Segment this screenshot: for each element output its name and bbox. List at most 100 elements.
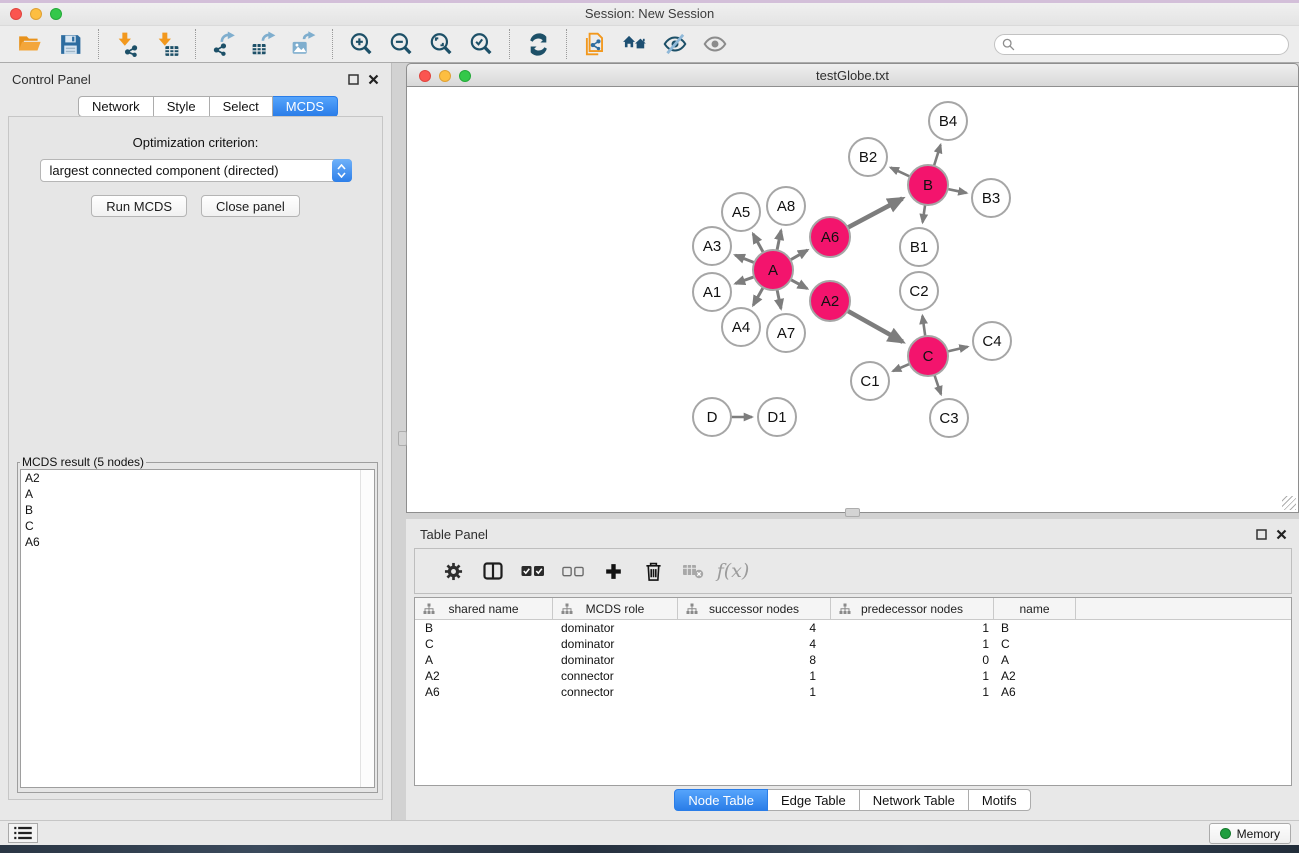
graph-node-C3[interactable]: C3 xyxy=(930,399,968,437)
function-builder-button[interactable]: f(x) xyxy=(713,553,753,589)
table-cell[interactable]: C xyxy=(415,636,553,652)
splitter-handle-horizontal[interactable] xyxy=(845,508,860,517)
criterion-dropdown[interactable]: largest connected component (directed) xyxy=(40,159,352,182)
column-header-shared-name[interactable]: shared name xyxy=(415,598,553,619)
splitter-handle-vertical[interactable] xyxy=(398,431,407,446)
close-window-button[interactable] xyxy=(10,8,22,20)
mcds-result-list[interactable]: A2ABCA6 xyxy=(20,469,375,788)
table-cell[interactable]: 1 xyxy=(831,620,994,636)
graph-node-C2[interactable]: C2 xyxy=(900,272,938,310)
table-cell[interactable]: A xyxy=(994,652,1076,668)
graph-node-A8[interactable]: A8 xyxy=(767,187,805,225)
table-cell[interactable]: 1 xyxy=(831,636,994,652)
graph-node-A5[interactable]: A5 xyxy=(722,193,760,231)
column-header-successor-nodes[interactable]: successor nodes xyxy=(678,598,831,619)
table-cell[interactable]: dominator xyxy=(553,620,678,636)
export-table-button[interactable] xyxy=(244,28,284,60)
table-cell[interactable]: B xyxy=(415,620,553,636)
graph-node-A[interactable]: A xyxy=(753,250,793,290)
close-window-button[interactable] xyxy=(419,70,431,82)
zoom-fit-button[interactable] xyxy=(421,28,461,60)
first-neighbors-button[interactable] xyxy=(615,28,655,60)
network-canvas[interactable]: AA1A2A3A4A5A6A7A8BB1B2B3B4CC1C2C3C4DD1 xyxy=(406,87,1299,513)
table-cell[interactable]: dominator xyxy=(553,636,678,652)
zoom-out-button[interactable] xyxy=(381,28,421,60)
network-graph[interactable]: AA1A2A3A4A5A6A7A8BB1B2B3B4CC1C2C3C4DD1 xyxy=(407,87,1298,512)
search-input[interactable] xyxy=(994,34,1289,55)
minimize-window-button[interactable] xyxy=(30,8,42,20)
close-panel-button[interactable]: Close panel xyxy=(201,195,300,217)
graph-node-D[interactable]: D xyxy=(693,398,731,436)
column-visibility-button[interactable] xyxy=(473,553,513,589)
network-window-titlebar[interactable]: testGlobe.txt xyxy=(406,63,1299,87)
float-panel-icon[interactable] xyxy=(1256,529,1267,540)
import-table-button[interactable] xyxy=(147,28,187,60)
scrollbar-track[interactable] xyxy=(360,470,374,787)
memory-button[interactable]: Memory xyxy=(1209,823,1291,844)
table-cell[interactable]: connector xyxy=(553,668,678,684)
table-cell[interactable]: A6 xyxy=(994,684,1076,700)
mcds-result-item[interactable]: A2 xyxy=(21,470,374,486)
table-row[interactable]: A6connector11A6 xyxy=(415,684,1291,700)
mcds-result-item[interactable]: A xyxy=(21,486,374,502)
minimize-window-button[interactable] xyxy=(439,70,451,82)
graph-node-B4[interactable]: B4 xyxy=(929,102,967,140)
table-cell[interactable]: 8 xyxy=(678,652,831,668)
column-header-name[interactable]: name xyxy=(994,598,1076,619)
tab-mcds[interactable]: MCDS xyxy=(273,96,338,117)
refresh-button[interactable] xyxy=(518,28,558,60)
table-cell[interactable]: connector xyxy=(553,684,678,700)
zoom-selected-button[interactable] xyxy=(461,28,501,60)
graph-node-A3[interactable]: A3 xyxy=(693,227,731,265)
table-cell[interactable]: B xyxy=(994,620,1076,636)
table-cell[interactable]: 1 xyxy=(831,668,994,684)
column-header-predecessor-nodes[interactable]: predecessor nodes xyxy=(831,598,994,619)
table-cell[interactable]: C xyxy=(994,636,1076,652)
graph-node-C4[interactable]: C4 xyxy=(973,322,1011,360)
add-column-button[interactable] xyxy=(593,553,633,589)
graph-node-A4[interactable]: A4 xyxy=(722,308,760,346)
open-session-button[interactable] xyxy=(10,28,50,60)
graph-node-C1[interactable]: C1 xyxy=(851,362,889,400)
graph-node-B2[interactable]: B2 xyxy=(849,138,887,176)
table-row[interactable]: Cdominator41C xyxy=(415,636,1291,652)
task-history-button[interactable] xyxy=(8,823,38,843)
export-network-button[interactable] xyxy=(204,28,244,60)
tab-motifs[interactable]: Motifs xyxy=(969,789,1031,811)
tab-style[interactable]: Style xyxy=(154,96,210,117)
table-cell[interactable]: dominator xyxy=(553,652,678,668)
graph-node-B1[interactable]: B1 xyxy=(900,228,938,266)
node-table[interactable]: shared nameMCDS rolesuccessor nodesprede… xyxy=(414,597,1292,786)
delete-table-button[interactable] xyxy=(673,553,713,589)
tab-network-table[interactable]: Network Table xyxy=(860,789,969,811)
table-settings-button[interactable] xyxy=(433,553,473,589)
table-cell[interactable]: A2 xyxy=(415,668,553,684)
graph-node-A7[interactable]: A7 xyxy=(767,314,805,352)
mcds-result-item[interactable]: A6 xyxy=(21,534,374,550)
table-cell[interactable]: A6 xyxy=(415,684,553,700)
close-panel-icon[interactable] xyxy=(368,74,379,85)
graph-node-B3[interactable]: B3 xyxy=(972,179,1010,217)
table-cell[interactable]: 0 xyxy=(831,652,994,668)
zoom-window-button[interactable] xyxy=(459,70,471,82)
tab-edge-table[interactable]: Edge Table xyxy=(768,789,860,811)
tab-network[interactable]: Network xyxy=(78,96,154,117)
table-cell[interactable]: 1 xyxy=(831,684,994,700)
tab-node-table[interactable]: Node Table xyxy=(674,789,768,811)
table-cell[interactable]: 4 xyxy=(678,620,831,636)
float-panel-icon[interactable] xyxy=(348,74,359,85)
graph-node-D1[interactable]: D1 xyxy=(758,398,796,436)
import-network-button[interactable] xyxy=(107,28,147,60)
table-cell[interactable]: 1 xyxy=(678,684,831,700)
zoom-window-button[interactable] xyxy=(50,8,62,20)
zoom-in-button[interactable] xyxy=(341,28,381,60)
graph-node-A2[interactable]: A2 xyxy=(810,281,850,321)
show-all-button[interactable] xyxy=(695,28,735,60)
delete-column-button[interactable] xyxy=(633,553,673,589)
mcds-result-item[interactable]: C xyxy=(21,518,374,534)
select-all-rows-button[interactable] xyxy=(513,553,553,589)
graph-node-A6[interactable]: A6 xyxy=(810,217,850,257)
hide-selected-button[interactable] xyxy=(655,28,695,60)
table-row[interactable]: Bdominator41B xyxy=(415,620,1291,636)
mcds-result-item[interactable]: B xyxy=(21,502,374,518)
